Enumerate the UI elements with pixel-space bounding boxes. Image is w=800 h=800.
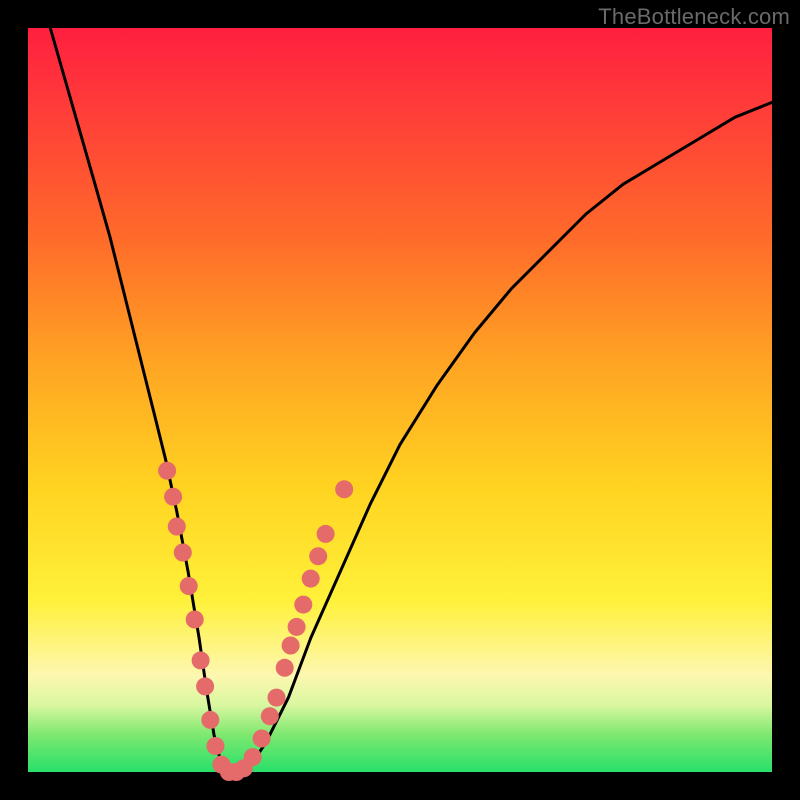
chart-frame: TheBottleneck.com xyxy=(0,0,800,800)
data-point xyxy=(201,711,219,729)
curve-path xyxy=(50,28,772,772)
data-point xyxy=(158,462,176,480)
data-point xyxy=(317,525,335,543)
data-point xyxy=(282,637,300,655)
data-point xyxy=(168,518,186,536)
data-point xyxy=(186,611,204,629)
data-point xyxy=(180,577,198,595)
watermark-text: TheBottleneck.com xyxy=(598,4,790,30)
data-point xyxy=(261,707,279,725)
data-point xyxy=(294,596,312,614)
bottleneck-curve xyxy=(28,28,772,772)
data-point xyxy=(276,659,294,677)
data-point xyxy=(288,618,306,636)
data-point xyxy=(192,651,210,669)
data-point xyxy=(335,480,353,498)
data-point xyxy=(309,547,327,565)
data-point xyxy=(268,689,286,707)
plot-area xyxy=(28,28,772,772)
data-point xyxy=(244,748,262,766)
data-point xyxy=(302,570,320,588)
data-point xyxy=(207,737,225,755)
data-point xyxy=(164,488,182,506)
data-point xyxy=(253,730,271,748)
data-point xyxy=(174,544,192,562)
data-point xyxy=(196,677,214,695)
